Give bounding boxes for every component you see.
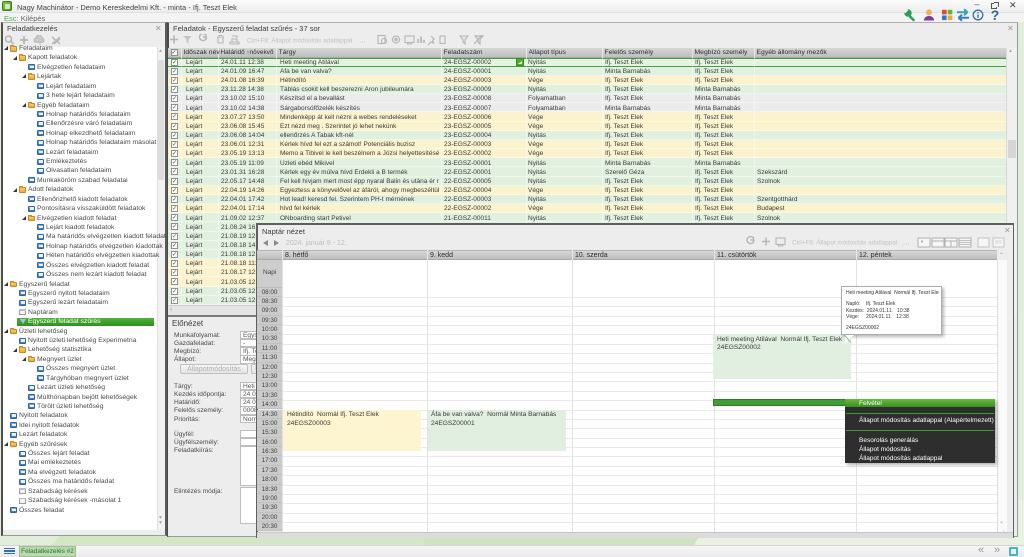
svg-text:...: ... [359, 36, 366, 45]
svg-text:?: ? [991, 8, 1000, 22]
svg-text:Ctrl+F8: Állapot módosítás ada: Ctrl+F8: Állapot módosítás adatlappal [247, 36, 352, 45]
svg-text:...: ... [903, 238, 910, 247]
svg-text:Ctrl+F8: Állapot módosítás ada: Ctrl+F8: Állapot módosítás adatlappal [792, 238, 897, 247]
